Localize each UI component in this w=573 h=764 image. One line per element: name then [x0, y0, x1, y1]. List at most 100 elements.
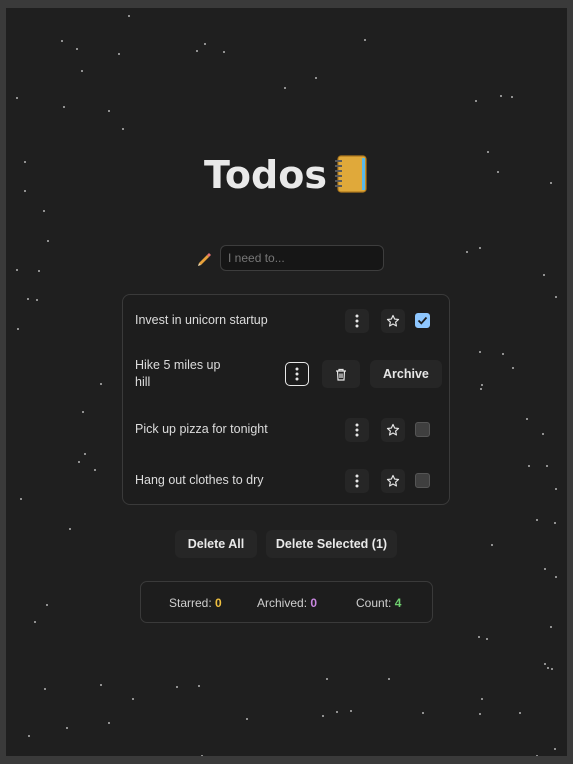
- todo-item: Hang out clothes to dry: [123, 469, 449, 493]
- background-star: [38, 270, 40, 272]
- background-star: [388, 678, 390, 680]
- background-star: [176, 686, 178, 688]
- background-star: [81, 70, 83, 72]
- page-title: Todos: [6, 153, 567, 203]
- todo-text: Hang out clothes to dry: [135, 473, 264, 487]
- count-label: Count:: [356, 596, 392, 610]
- background-star: [27, 298, 29, 300]
- stats-panel: Starred: 0 Archived: 0 Count: 4: [140, 581, 433, 623]
- background-star: [519, 712, 521, 714]
- count-stat: Count: 4: [356, 596, 401, 610]
- background-star: [550, 626, 552, 628]
- todo-text: Invest in unicorn startup: [135, 313, 268, 327]
- background-star: [479, 247, 481, 249]
- background-star: [63, 106, 65, 108]
- background-star: [526, 418, 528, 420]
- background-star: [76, 48, 78, 50]
- background-star: [322, 715, 324, 717]
- kebab-menu-icon[interactable]: [285, 362, 309, 386]
- star-outline-icon[interactable]: [381, 469, 405, 493]
- trash-icon[interactable]: [322, 360, 360, 388]
- todo-checkbox[interactable]: [415, 313, 430, 328]
- background-star: [78, 461, 80, 463]
- background-star: [61, 40, 63, 42]
- background-star: [544, 568, 546, 570]
- background-star: [422, 712, 424, 714]
- kebab-menu-icon[interactable]: [345, 418, 369, 442]
- background-star: [554, 522, 556, 524]
- background-star: [486, 638, 488, 640]
- notebook-icon: [333, 154, 369, 203]
- background-star: [554, 748, 556, 750]
- background-star: [66, 727, 68, 729]
- pencil-icon: [198, 253, 211, 266]
- archived-count: 0: [310, 596, 318, 610]
- todo-item: Invest in unicorn startup: [123, 309, 449, 333]
- background-star: [118, 53, 120, 55]
- background-star: [536, 519, 538, 521]
- background-star: [246, 718, 248, 720]
- background-star: [108, 110, 110, 112]
- background-star: [100, 684, 102, 686]
- todo-checkbox[interactable]: [415, 473, 430, 488]
- background-star: [44, 688, 46, 690]
- background-star: [16, 269, 18, 271]
- todo-checkbox[interactable]: [415, 422, 430, 437]
- background-star: [466, 251, 468, 253]
- background-star: [481, 384, 483, 386]
- background-star: [84, 453, 86, 455]
- background-star: [544, 663, 546, 665]
- archive-button[interactable]: Archive: [370, 360, 442, 388]
- background-star: [543, 274, 545, 276]
- background-star: [547, 667, 549, 669]
- background-star: [47, 240, 49, 242]
- background-star: [94, 469, 96, 471]
- background-star: [364, 39, 366, 41]
- background-star: [201, 755, 203, 756]
- starred-stat: Starred: 0: [169, 596, 222, 610]
- background-star: [528, 465, 530, 467]
- todo-input-row: [196, 245, 384, 271]
- delete-all-button[interactable]: Delete All: [175, 530, 257, 558]
- app-frame: Todos Invest in unicorn startup: [6, 8, 567, 756]
- todo-item: Hike 5 miles up hill Archive: [123, 357, 449, 391]
- star-outline-icon[interactable]: [381, 309, 405, 333]
- background-star: [284, 87, 286, 89]
- title-text: Todos: [204, 153, 327, 197]
- starred-label: Starred:: [169, 596, 212, 610]
- todo-list: Invest in unicorn startup Hike 5 miles u…: [122, 294, 450, 505]
- background-star: [336, 711, 338, 713]
- todo-text: Pick up pizza for tonight: [135, 422, 268, 436]
- background-star: [34, 621, 36, 623]
- kebab-menu-icon[interactable]: [345, 309, 369, 333]
- background-star: [475, 100, 477, 102]
- delete-selected-button[interactable]: Delete Selected (1): [266, 530, 397, 558]
- background-star: [326, 678, 328, 680]
- background-star: [82, 411, 84, 413]
- background-star: [132, 698, 134, 700]
- star-outline-icon[interactable]: [381, 418, 405, 442]
- archived-label: Archived:: [257, 596, 308, 610]
- kebab-menu-icon[interactable]: [345, 469, 369, 493]
- background-star: [46, 604, 48, 606]
- background-star: [479, 713, 481, 715]
- todo-item: Pick up pizza for tonight: [123, 418, 449, 442]
- background-star: [542, 433, 544, 435]
- background-star: [500, 95, 502, 97]
- background-star: [128, 15, 130, 17]
- background-star: [108, 722, 110, 724]
- background-star: [546, 465, 548, 467]
- todo-input[interactable]: [220, 245, 384, 271]
- background-star: [481, 698, 483, 700]
- background-star: [502, 353, 504, 355]
- background-star: [512, 367, 514, 369]
- background-star: [16, 97, 18, 99]
- background-star: [204, 43, 206, 45]
- background-star: [223, 51, 225, 53]
- background-star: [491, 544, 493, 546]
- background-star: [555, 296, 557, 298]
- background-star: [20, 498, 22, 500]
- background-star: [122, 128, 124, 130]
- background-star: [69, 528, 71, 530]
- background-star: [36, 299, 38, 301]
